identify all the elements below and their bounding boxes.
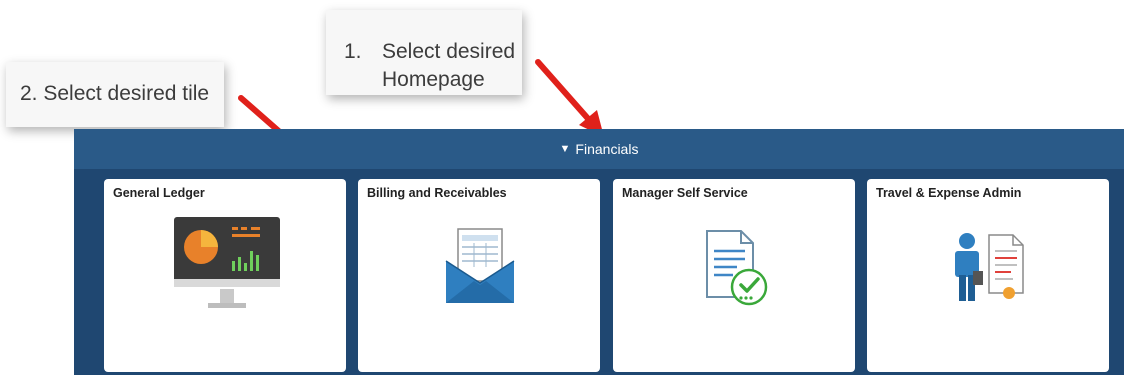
arrow-to-homepage [535,59,604,137]
tile-title: General Ledger [113,186,205,200]
document-checkmark-icon [706,230,768,306]
homepage-panel: ▼ Financials General Ledger Billing and … [74,129,1124,375]
caret-down-icon: ▼ [559,143,571,155]
tile-title: Travel & Expense Admin [876,186,1022,200]
callout-text: 2. Select desired tile [20,82,210,105]
person-document-icon [955,233,1024,301]
envelope-invoice-icon [445,228,515,303]
tile-billing-and-receivables[interactable]: Billing and Receivables [358,179,600,372]
tile-title: Billing and Receivables [367,186,507,200]
callout-text-line2: Homepage [382,68,485,91]
tile-travel-expense-admin[interactable]: Travel & Expense Admin [867,179,1109,372]
homepage-selector[interactable]: ▼ Financials [74,129,1124,169]
callout-select-homepage: 1. Select desired Homepage [326,10,522,95]
callout-text-line1: Select desired [382,40,516,63]
callout-select-tile: 2. Select desired tile [6,62,224,127]
tile-manager-self-service[interactable]: Manager Self Service [613,179,855,372]
homepage-title: Financials [575,141,639,157]
tile-title: Manager Self Service [622,186,748,200]
callout-step-number: 1. [344,40,362,63]
monitor-chart-icon [174,217,280,308]
tile-general-ledger[interactable]: General Ledger [104,179,346,372]
callout-text: Select desired Homepage [382,38,515,94]
